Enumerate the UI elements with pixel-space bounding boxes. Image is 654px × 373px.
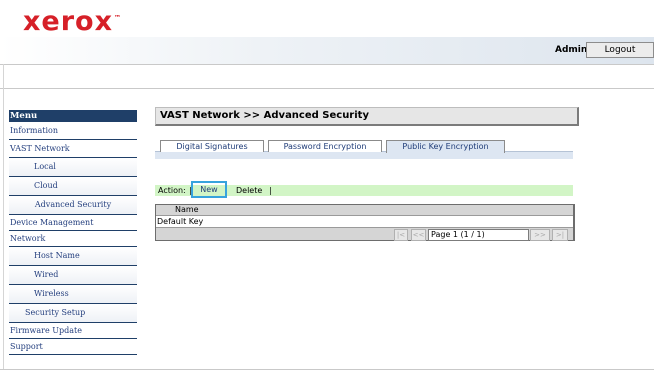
sidebar-item-label: Advanced Security [34,200,112,209]
sidebar-item-label: Cloud [34,181,58,190]
menu-header: Menu [9,110,137,122]
pager: |< << Page 1 (1 / 1) >> >| [156,228,573,241]
table-row[interactable]: Default Key [156,216,573,228]
content-divider [0,88,654,89]
logo-text: xerox [23,6,114,37]
action-label: Action: [158,186,186,195]
action-separator: | [269,186,272,195]
logo-trademark: ™ [114,14,122,22]
sidebar-item-label: Device Management [10,218,94,227]
left-border [3,64,4,369]
page-selector[interactable]: Page 1 (1 / 1) [428,229,529,241]
tab-password-encryption[interactable]: Password Encryption [268,140,382,152]
sidebar-item-label: Firmware Update [10,326,82,335]
new-button[interactable]: New [191,181,227,198]
logout-button[interactable]: Logout [586,42,654,58]
tab-baseline [155,151,573,159]
action-bar: Action: | New Delete | [155,181,573,198]
sidebar-item-advanced-security[interactable]: Advanced Security [9,196,137,215]
header-divider [0,64,654,65]
prev-page-button[interactable]: << [411,229,426,241]
delete-button[interactable]: Delete [236,185,262,196]
sidebar-item-wireless[interactable]: Wireless [9,285,137,304]
sidebar-item-support[interactable]: Support [9,339,137,355]
header-bar: Admin Logout [0,37,654,64]
column-header-name[interactable]: Name [156,205,573,216]
sidebar-item-security-setup[interactable]: Security Setup [9,304,137,323]
sidebar-item-cloud[interactable]: Cloud [9,177,137,196]
user-label: Admin [555,45,588,55]
keys-table: Name Default Key |< << Page 1 (1 / 1) >>… [155,204,575,241]
sidebar-item-network[interactable]: Network [9,231,137,247]
sidebar-item-local[interactable]: Local [9,158,137,177]
sidebar-menu: Menu Information VAST Network Local Clou… [9,110,137,355]
sidebar-item-label: Local [34,162,56,171]
sidebar-item-label: Information [10,126,59,135]
tab-strip: Digital Signatures Password Encryption P… [155,140,573,159]
tab-digital-signatures[interactable]: Digital Signatures [160,140,264,152]
sidebar-item-vast-network[interactable]: VAST Network [9,140,137,158]
first-page-button[interactable]: |< [394,229,408,241]
sidebar-item-label: Security Setup [25,308,86,317]
sidebar-item-device-management[interactable]: Device Management [9,215,137,231]
sidebar-item-label: Network [10,234,46,243]
sidebar-item-label: VAST Network [10,144,70,153]
sidebar-item-label: Support [10,342,43,351]
sidebar-item-label: Wireless [34,289,69,298]
last-page-button[interactable]: >| [552,229,568,241]
sidebar-item-firmware-update[interactable]: Firmware Update [9,323,137,339]
sidebar-item-information[interactable]: Information [9,122,137,140]
sidebar-item-label: Wired [34,270,59,279]
footer-divider [0,369,654,370]
sidebar-item-wired[interactable]: Wired [9,266,137,285]
sidebar-item-label: Host Name [34,251,80,260]
next-page-button[interactable]: >> [530,229,550,241]
page-title: VAST Network >> Advanced Security [155,107,579,126]
tab-public-key-encryption[interactable]: Public Key Encryption [386,140,505,153]
xerox-logo: xerox™ [23,6,121,37]
sidebar-item-host-name[interactable]: Host Name [9,247,137,266]
